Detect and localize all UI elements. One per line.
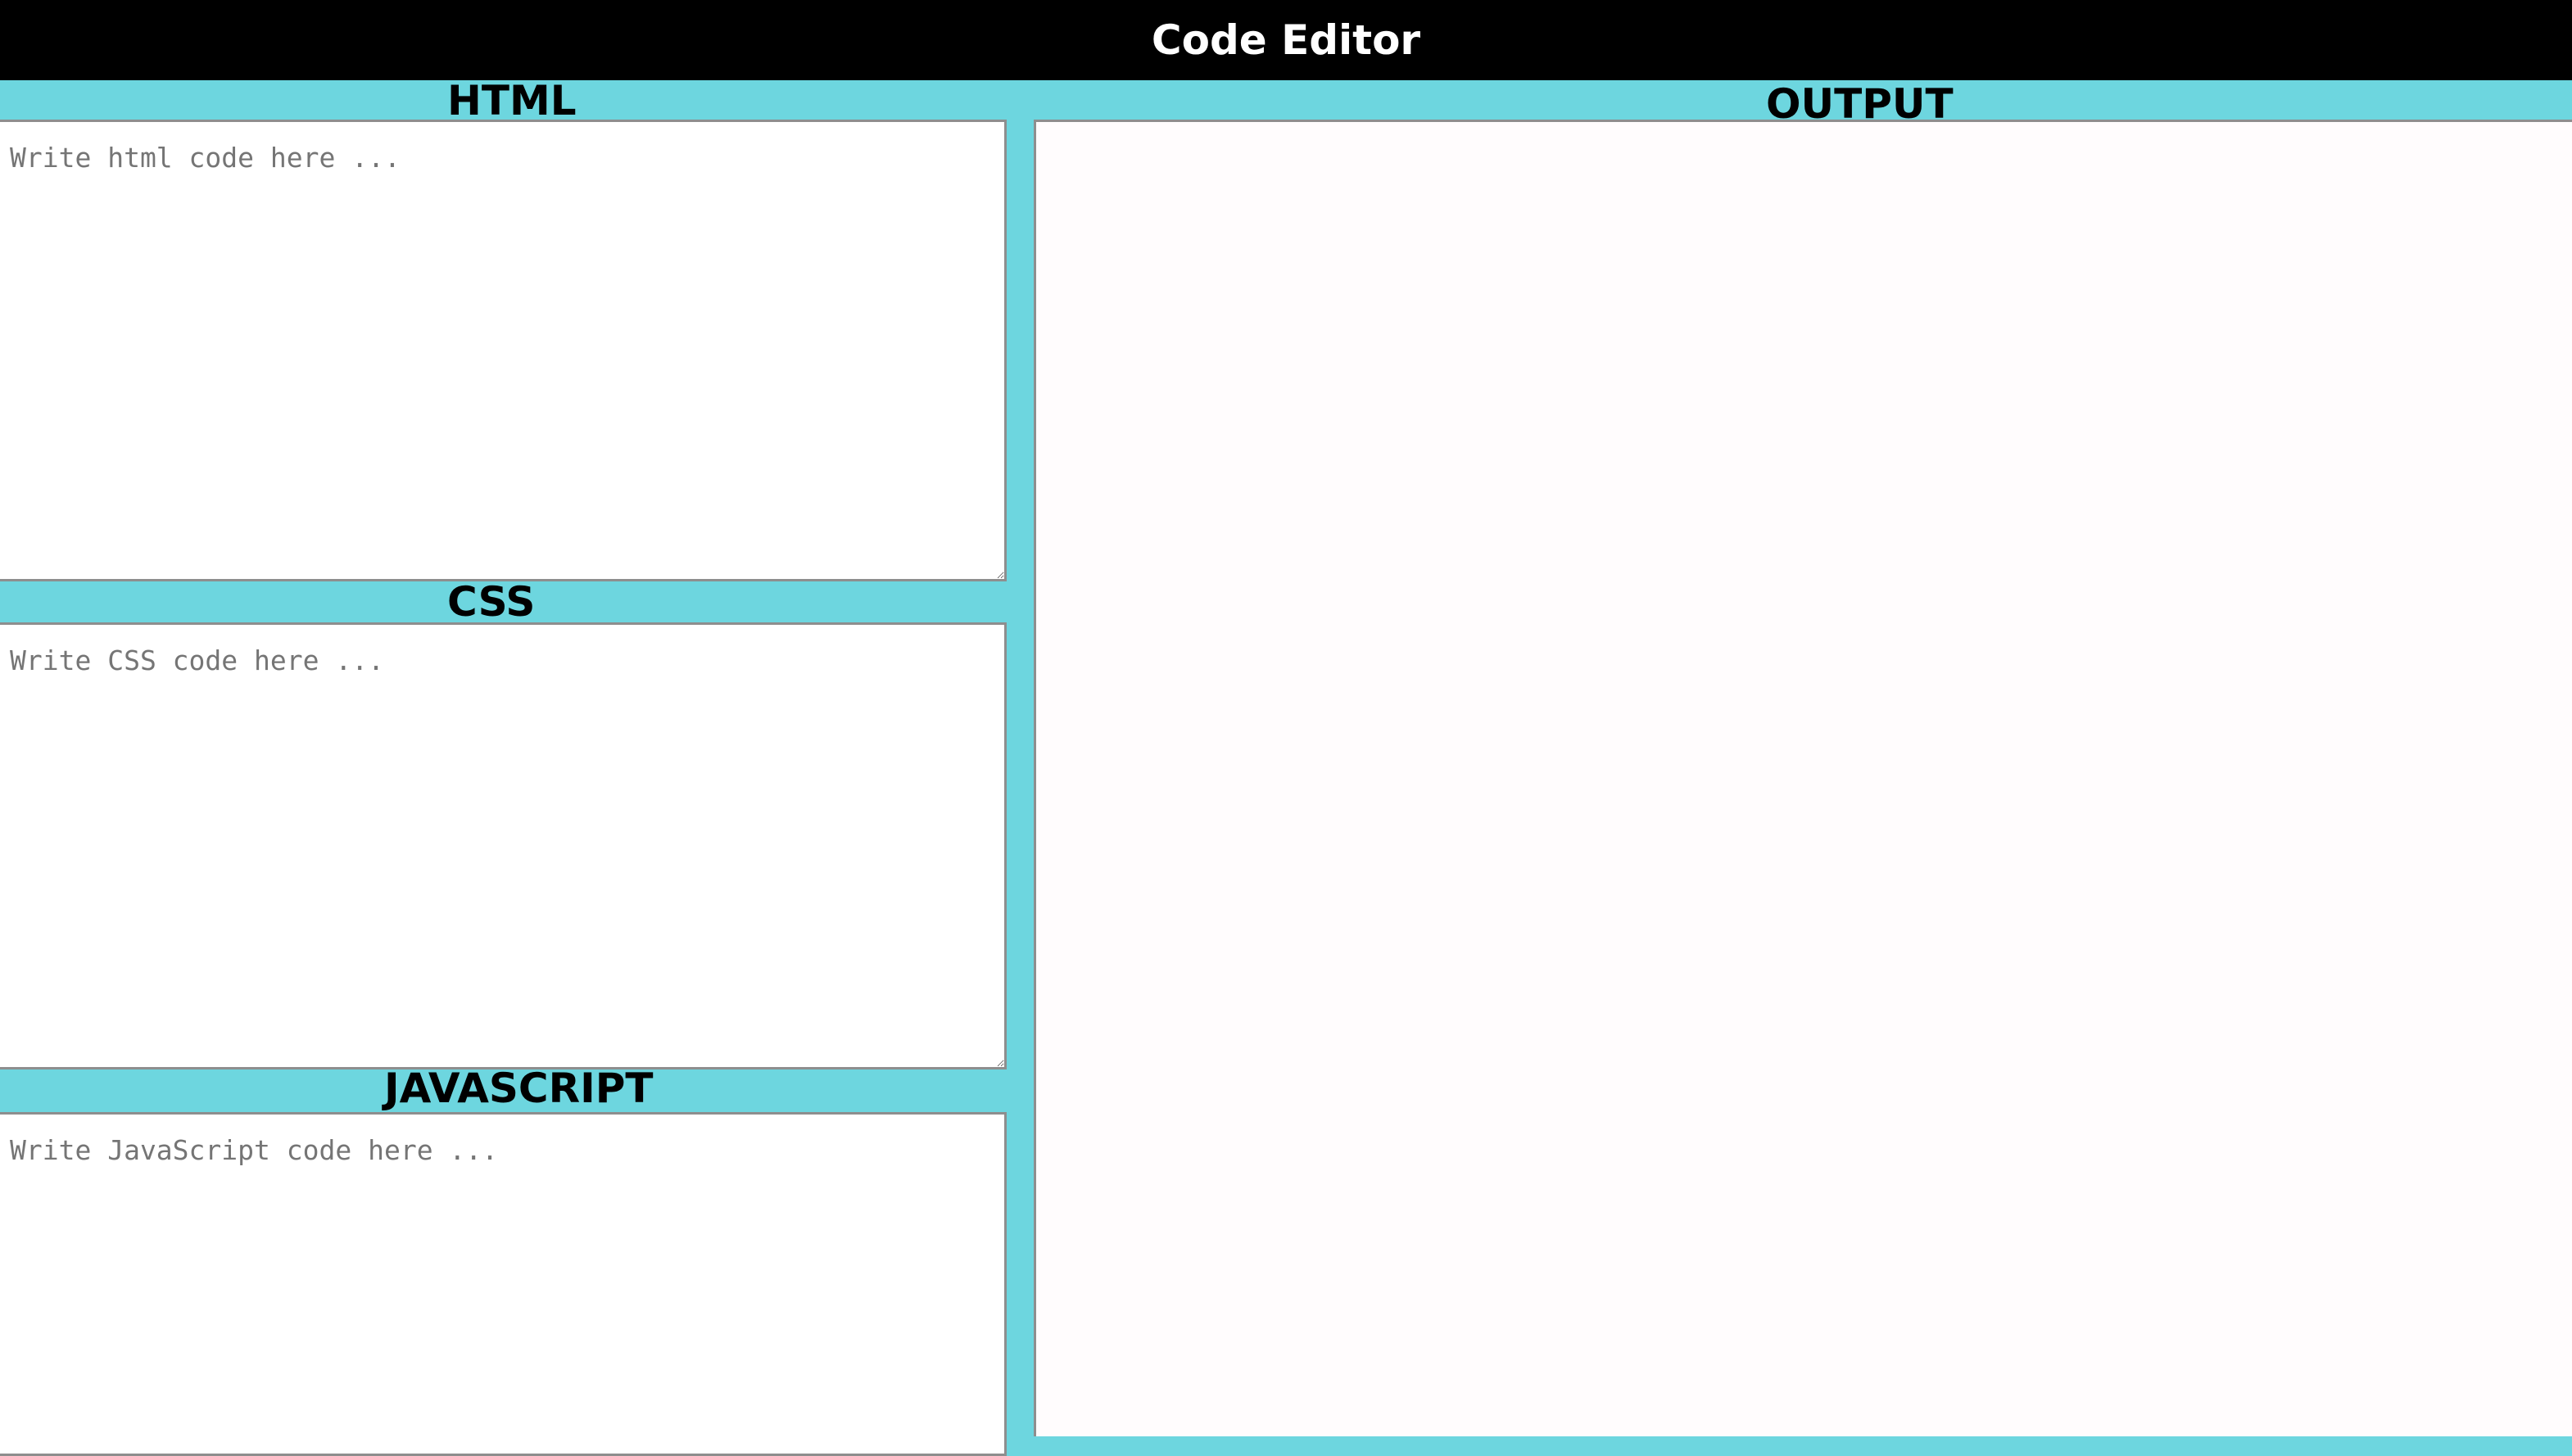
- css-panel-label: CSS: [447, 578, 536, 626]
- html-panel-label: HTML: [447, 77, 577, 124]
- app-title: Code Editor: [1151, 16, 1421, 64]
- output-frame[interactable]: [1034, 120, 2572, 1436]
- output-panel-label: OUTPUT: [1766, 80, 1954, 128]
- javascript-panel-label: JAVASCRIPT: [384, 1065, 654, 1112]
- javascript-editor[interactable]: [0, 1112, 1007, 1456]
- app-header: Code Editor: [0, 0, 2572, 80]
- css-editor[interactable]: [0, 622, 1007, 1069]
- html-editor[interactable]: [0, 120, 1007, 581]
